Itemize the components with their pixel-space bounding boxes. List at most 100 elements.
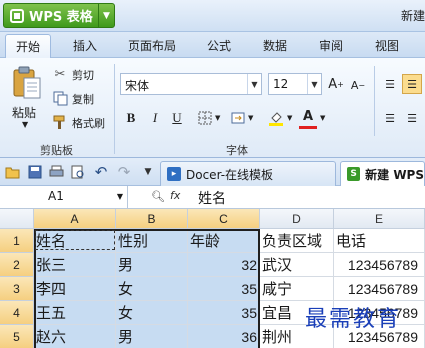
- chevron-down-icon[interactable]: ▼: [98, 4, 114, 27]
- cell-c1[interactable]: 年龄: [188, 229, 260, 253]
- cell-b5[interactable]: 男: [116, 325, 188, 348]
- save-icon[interactable]: [27, 164, 43, 180]
- align-center-icon[interactable]: ☰: [402, 74, 422, 94]
- row-header-4[interactable]: 4: [0, 301, 34, 325]
- print-icon[interactable]: [48, 164, 64, 180]
- font-color-bar: [299, 126, 317, 129]
- tab-new-workbook[interactable]: S 新建 WPS: [340, 161, 425, 186]
- cell-a2[interactable]: 张三: [34, 253, 116, 277]
- title-bar: WPS 表格 ▼ 新建: [0, 0, 425, 32]
- paste-dropdown-icon[interactable]: ▼: [22, 120, 28, 129]
- font-name-select[interactable]: 宋体 ▼: [120, 73, 262, 95]
- tab-home[interactable]: 开始: [5, 34, 52, 58]
- italic-button[interactable]: I: [145, 108, 165, 128]
- cell-a3[interactable]: 李四: [34, 277, 116, 301]
- customize-dropdown-icon[interactable]: ▼: [140, 164, 156, 180]
- cell-b4[interactable]: 女: [116, 301, 188, 325]
- cell-c5[interactable]: 36: [188, 325, 260, 348]
- watermark: 最需教育: [305, 307, 402, 332]
- font-group-label: 字体: [226, 144, 248, 157]
- cell-d1[interactable]: 负责区域: [260, 229, 334, 253]
- cut-button[interactable]: 剪切: [72, 67, 94, 83]
- print-preview-icon[interactable]: [70, 164, 86, 180]
- row-header-5[interactable]: 5: [0, 325, 34, 348]
- font-name-value: 宋体: [125, 79, 150, 93]
- align-left-icon[interactable]: ☰: [380, 74, 400, 94]
- formula-bar: A1 ▼ 🔍︎ fx 姓名: [0, 186, 425, 209]
- decrease-font-icon[interactable]: A −: [348, 75, 368, 95]
- folder-icon[interactable]: [4, 164, 20, 180]
- name-box[interactable]: A1 ▼: [0, 186, 128, 208]
- border-icon[interactable]: [195, 108, 215, 128]
- chevron-down-icon[interactable]: ▼: [320, 114, 325, 122]
- indent-icon[interactable]: ☰: [380, 108, 400, 128]
- font-size-select[interactable]: 12 ▼: [268, 73, 322, 95]
- scissors-icon: ✂: [54, 66, 66, 82]
- cell-b3[interactable]: 女: [116, 277, 188, 301]
- row-header-3[interactable]: 3: [0, 277, 34, 301]
- format-painter-button[interactable]: 格式刷: [72, 115, 105, 131]
- formula-content[interactable]: 姓名: [198, 188, 226, 208]
- cell-e1[interactable]: 电话: [334, 229, 425, 253]
- tab-insert[interactable]: 插入: [73, 37, 97, 54]
- paste-button[interactable]: 粘贴: [12, 104, 36, 121]
- tab-label: 新建 WPS: [365, 167, 424, 182]
- tab-view[interactable]: 视图: [375, 37, 399, 54]
- tab-data[interactable]: 数据: [263, 37, 287, 54]
- merge-icon[interactable]: [228, 108, 248, 128]
- tab-docer-templates[interactable]: ▸ Docer-在线模板: [160, 161, 336, 186]
- column-header-c[interactable]: C: [188, 209, 260, 229]
- cell-d2[interactable]: 武汉: [260, 253, 334, 277]
- tab-page-layout[interactable]: 页面布局: [128, 37, 176, 54]
- chevron-down-icon[interactable]: ▼: [248, 114, 253, 122]
- ribbon-divider: [374, 66, 375, 136]
- increase-font-icon[interactable]: A +: [326, 74, 346, 94]
- redo-icon[interactable]: ↷: [116, 163, 132, 181]
- cell-c2[interactable]: 32: [188, 253, 260, 277]
- ribbon: 粘贴 ▼ ✂ 剪切 复制 格式刷 剪贴板 宋体 ▼ 12 ▼ A + A − ☰ ☰…: [0, 58, 425, 158]
- chevron-down-icon[interactable]: ▼: [117, 192, 123, 201]
- font-size-value: 12: [273, 77, 289, 91]
- chevron-down-icon[interactable]: ▼: [215, 114, 220, 122]
- cell-b2[interactable]: 男: [116, 253, 188, 277]
- cell-e2[interactable]: 123456789: [334, 253, 425, 277]
- column-header-b[interactable]: B: [116, 209, 188, 229]
- wps-menu-button[interactable]: WPS 表格 ▼: [3, 3, 115, 28]
- cell-a1[interactable]: 姓名: [34, 229, 116, 253]
- cell-b1[interactable]: 性别: [116, 229, 188, 253]
- paste-icon[interactable]: [10, 66, 44, 100]
- wps-logo-icon: [10, 8, 24, 23]
- fill-color-icon[interactable]: [266, 108, 286, 128]
- row-header-1[interactable]: 1: [0, 229, 34, 253]
- select-all-corner[interactable]: [0, 209, 34, 229]
- column-header-e[interactable]: E: [334, 209, 425, 229]
- insert-function-icon[interactable]: fx: [170, 189, 180, 202]
- cell-c3[interactable]: 35: [188, 277, 260, 301]
- spreadsheet-grid[interactable]: A B C D E 1 姓名 性别 年龄 负责区域 电话 2 张三男 32 武汉 123456789 3 李四女 3…: [0, 209, 425, 348]
- cell-a5[interactable]: 赵六: [34, 325, 116, 348]
- ribbon-divider: [114, 64, 115, 154]
- clipboard-group-label: 剪贴板: [40, 144, 73, 157]
- name-box-value: A1: [48, 189, 64, 203]
- menu-bar: 开始 插入 页面布局 公式 数据 审阅 视图: [0, 32, 425, 58]
- font-color-icon[interactable]: A: [298, 106, 318, 126]
- undo-icon[interactable]: ↶: [93, 163, 109, 181]
- copy-button[interactable]: 复制: [72, 91, 94, 107]
- underline-button[interactable]: U: [167, 108, 187, 128]
- bold-button[interactable]: B: [121, 108, 141, 128]
- cell-d3[interactable]: 咸宁: [260, 277, 334, 301]
- chevron-down-icon[interactable]: ▼: [287, 114, 292, 122]
- column-header-a[interactable]: A: [34, 209, 116, 229]
- column-header-d[interactable]: D: [260, 209, 334, 229]
- document-title: 新建: [401, 9, 425, 23]
- search-function-icon[interactable]: 🔍︎: [151, 190, 165, 203]
- tab-review[interactable]: 审阅: [319, 37, 343, 54]
- cell-e3[interactable]: 123456789: [334, 277, 425, 301]
- row-header-2[interactable]: 2: [0, 253, 34, 277]
- outdent-icon[interactable]: ☰: [402, 108, 422, 128]
- cell-a4[interactable]: 王五: [34, 301, 116, 325]
- docer-icon: ▸: [167, 167, 181, 181]
- chevron-down-icon: ▼: [307, 74, 321, 94]
- tab-formulas[interactable]: 公式: [207, 37, 231, 54]
- cell-c4[interactable]: 35: [188, 301, 260, 325]
